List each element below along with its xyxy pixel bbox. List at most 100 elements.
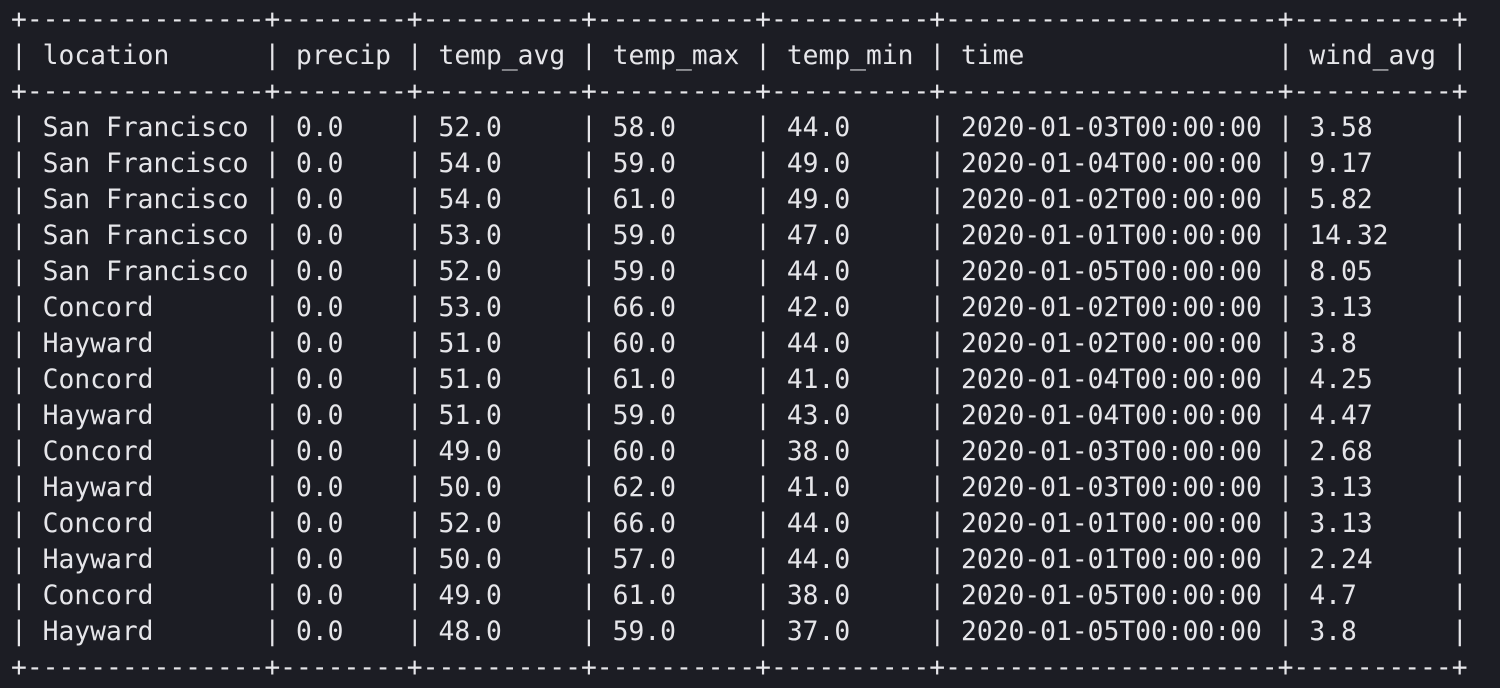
cell-wind_avg: 5.82 bbox=[1309, 185, 1436, 215]
cell-location: San Francisco bbox=[42, 185, 249, 215]
header-cell-temp_avg: temp_avg bbox=[438, 41, 566, 71]
table-row: | Concord | 0.0 | 52.0 | 66.0 | 44.0 | 2… bbox=[11, 509, 1468, 539]
cell-temp_max: 59.0 bbox=[612, 149, 740, 179]
cell-temp_avg: 52.0 bbox=[438, 113, 566, 143]
cell-precip: 0.0 bbox=[296, 473, 391, 503]
cell-temp_max: 60.0 bbox=[612, 437, 740, 467]
cell-temp_min: 44.0 bbox=[786, 113, 914, 143]
cell-temp_min: 47.0 bbox=[786, 221, 914, 251]
cell-location: Hayward bbox=[42, 329, 249, 359]
cell-temp_min: 49.0 bbox=[786, 185, 914, 215]
cell-time: 2020-01-01T00:00:00 bbox=[961, 221, 1262, 251]
cell-precip: 0.0 bbox=[296, 113, 391, 143]
cell-precip: 0.0 bbox=[296, 221, 391, 251]
cell-precip: 0.0 bbox=[296, 437, 391, 467]
table-row: | San Francisco | 0.0 | 54.0 | 59.0 | 49… bbox=[11, 149, 1468, 179]
cell-wind_avg: 4.47 bbox=[1309, 401, 1436, 431]
cell-precip: 0.0 bbox=[296, 149, 391, 179]
cell-temp_min: 44.0 bbox=[786, 545, 914, 575]
cell-location: San Francisco bbox=[42, 149, 249, 179]
cell-wind_avg: 8.05 bbox=[1309, 257, 1436, 287]
table-row: | Concord | 0.0 | 49.0 | 61.0 | 38.0 | 2… bbox=[11, 581, 1468, 611]
cell-location: San Francisco bbox=[42, 113, 249, 143]
table-row: | Concord | 0.0 | 53.0 | 66.0 | 42.0 | 2… bbox=[11, 293, 1468, 323]
cell-temp_max: 62.0 bbox=[612, 473, 740, 503]
cell-wind_avg: 3.13 bbox=[1309, 473, 1436, 503]
header-cell-wind_avg: wind_avg bbox=[1309, 41, 1436, 71]
cell-temp_avg: 49.0 bbox=[438, 437, 566, 467]
header-cell-temp_min: temp_min bbox=[786, 41, 914, 71]
table-bottom-border: +---------------+--------+----------+---… bbox=[11, 653, 1468, 683]
cell-time: 2020-01-02T00:00:00 bbox=[961, 293, 1262, 323]
cell-temp_avg: 50.0 bbox=[438, 473, 566, 503]
cell-location: Concord bbox=[42, 509, 249, 539]
cell-temp_avg: 51.0 bbox=[438, 329, 566, 359]
cell-wind_avg: 2.68 bbox=[1309, 437, 1436, 467]
cell-time: 2020-01-04T00:00:00 bbox=[961, 149, 1262, 179]
cell-temp_max: 59.0 bbox=[612, 257, 740, 287]
cell-temp_avg: 54.0 bbox=[438, 149, 566, 179]
cell-temp_min: 38.0 bbox=[786, 581, 914, 611]
header-cell-location: location bbox=[42, 41, 249, 71]
cell-precip: 0.0 bbox=[296, 257, 391, 287]
cell-temp_max: 66.0 bbox=[612, 509, 740, 539]
cell-time: 2020-01-05T00:00:00 bbox=[961, 257, 1262, 287]
cell-location: Concord bbox=[42, 581, 249, 611]
cell-location: Concord bbox=[42, 365, 249, 395]
cell-precip: 0.0 bbox=[296, 365, 391, 395]
table-row: | Concord | 0.0 | 51.0 | 61.0 | 41.0 | 2… bbox=[11, 365, 1468, 395]
cell-precip: 0.0 bbox=[296, 581, 391, 611]
cell-wind_avg: 3.13 bbox=[1309, 293, 1436, 323]
cell-temp_avg: 51.0 bbox=[438, 365, 566, 395]
cell-location: Hayward bbox=[42, 617, 249, 647]
cell-temp_avg: 52.0 bbox=[438, 257, 566, 287]
table-row: | Hayward | 0.0 | 51.0 | 60.0 | 44.0 | 2… bbox=[11, 329, 1468, 359]
cell-wind_avg: 4.25 bbox=[1309, 365, 1436, 395]
cell-time: 2020-01-03T00:00:00 bbox=[961, 437, 1262, 467]
cell-time: 2020-01-02T00:00:00 bbox=[961, 185, 1262, 215]
cell-precip: 0.0 bbox=[296, 401, 391, 431]
table-top-border: +---------------+--------+----------+---… bbox=[11, 5, 1468, 35]
cell-temp_min: 44.0 bbox=[786, 509, 914, 539]
cell-temp_min: 41.0 bbox=[786, 365, 914, 395]
cell-location: Hayward bbox=[42, 401, 249, 431]
header-cell-precip: precip bbox=[296, 41, 391, 71]
cell-wind_avg: 3.8 bbox=[1309, 329, 1436, 359]
cell-temp_max: 61.0 bbox=[612, 185, 740, 215]
cell-temp_min: 42.0 bbox=[786, 293, 914, 323]
cell-wind_avg: 3.58 bbox=[1309, 113, 1436, 143]
cell-temp_avg: 54.0 bbox=[438, 185, 566, 215]
cell-temp_min: 41.0 bbox=[786, 473, 914, 503]
table-row: | Hayward | 0.0 | 48.0 | 59.0 | 37.0 | 2… bbox=[11, 617, 1468, 647]
cell-wind_avg: 3.8 bbox=[1309, 617, 1436, 647]
cell-location: Concord bbox=[42, 437, 249, 467]
cell-wind_avg: 2.24 bbox=[1309, 545, 1436, 575]
cell-wind_avg: 3.13 bbox=[1309, 509, 1436, 539]
cell-time: 2020-01-03T00:00:00 bbox=[961, 473, 1262, 503]
cell-time: 2020-01-01T00:00:00 bbox=[961, 509, 1262, 539]
cell-time: 2020-01-05T00:00:00 bbox=[961, 617, 1262, 647]
cell-time: 2020-01-01T00:00:00 bbox=[961, 545, 1262, 575]
header-cell-time: time bbox=[961, 41, 1262, 71]
table-row: | San Francisco | 0.0 | 53.0 | 59.0 | 47… bbox=[11, 221, 1468, 251]
table-row: | Hayward | 0.0 | 50.0 | 62.0 | 41.0 | 2… bbox=[11, 473, 1468, 503]
table-header-row: | location | precip | temp_avg | temp_ma… bbox=[11, 41, 1468, 71]
cell-temp_min: 44.0 bbox=[786, 329, 914, 359]
cell-temp_max: 59.0 bbox=[612, 401, 740, 431]
table-header-border: +---------------+--------+----------+---… bbox=[11, 77, 1468, 107]
cell-location: Hayward bbox=[42, 545, 249, 575]
cell-temp_min: 37.0 bbox=[786, 617, 914, 647]
cell-time: 2020-01-02T00:00:00 bbox=[961, 329, 1262, 359]
cell-temp_avg: 52.0 bbox=[438, 509, 566, 539]
cell-location: San Francisco bbox=[42, 221, 249, 251]
cell-temp_max: 61.0 bbox=[612, 365, 740, 395]
table-row: | San Francisco | 0.0 | 52.0 | 59.0 | 44… bbox=[11, 257, 1468, 287]
cell-precip: 0.0 bbox=[296, 617, 391, 647]
cell-precip: 0.0 bbox=[296, 509, 391, 539]
cell-temp_max: 60.0 bbox=[612, 329, 740, 359]
cell-temp_avg: 53.0 bbox=[438, 293, 566, 323]
table-row: | Concord | 0.0 | 49.0 | 60.0 | 38.0 | 2… bbox=[11, 437, 1468, 467]
cell-temp_avg: 49.0 bbox=[438, 581, 566, 611]
cell-precip: 0.0 bbox=[296, 329, 391, 359]
cell-temp_max: 59.0 bbox=[612, 221, 740, 251]
